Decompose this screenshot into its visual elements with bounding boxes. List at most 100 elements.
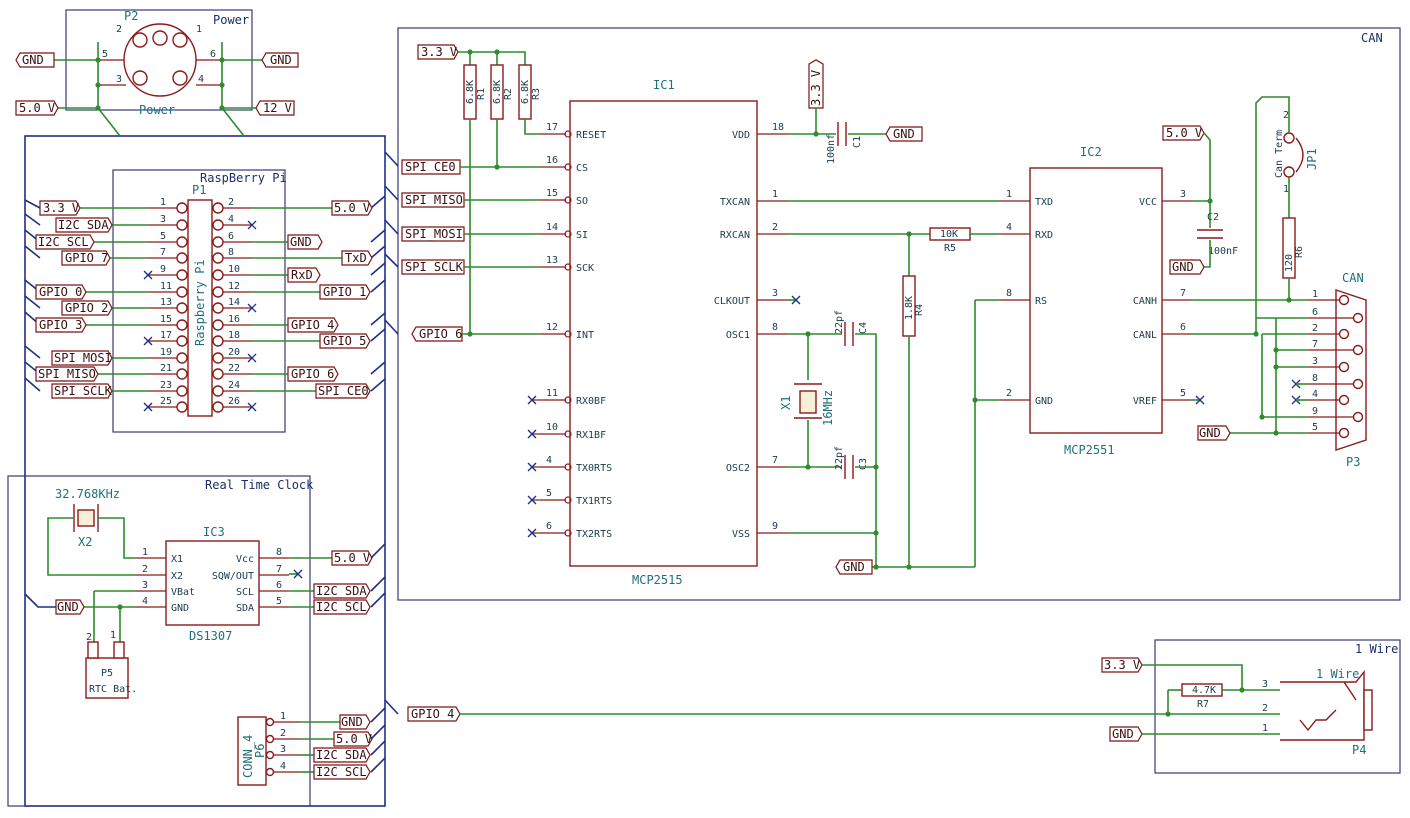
svg-text:1: 1 — [1262, 723, 1268, 734]
header-pin — [212, 302, 224, 314]
pin-label: 14 — [546, 222, 558, 233]
power-connector-value: Power — [139, 103, 175, 117]
db9-pin — [1338, 328, 1350, 340]
pin-label: 11 — [160, 281, 172, 292]
net-label-gpio6: GPIO 6 — [411, 326, 463, 342]
resistor-r2: 6.8K R2 — [490, 64, 514, 120]
net-label-i2c-scl: I2C_SCL — [313, 599, 371, 615]
pin-label: 9 — [1312, 406, 1318, 417]
power-pin-number: 4 — [198, 74, 204, 85]
onewire-jack-p4: 1 Wire P4 3 2 1 — [1262, 667, 1373, 757]
resistor-r4: 1.8K R4 — [902, 275, 925, 337]
net-label-rxd: RxD — [287, 267, 321, 283]
pin-label: 7 — [276, 564, 282, 575]
net-label-gnd: GND — [15, 52, 55, 68]
can-sheet-title: CAN — [1361, 31, 1383, 45]
net-label-gpio6: GPIO 6 — [287, 366, 339, 382]
net-label-3v3: 3.3 V — [417, 44, 459, 60]
pin-label: GND — [1035, 396, 1053, 407]
svg-text:5.0 V: 5.0 V — [1166, 126, 1202, 140]
capacitor-c2: C2 100nF — [1197, 212, 1238, 257]
db9-pin — [1352, 411, 1364, 423]
pin-label: 10 — [546, 422, 558, 433]
svg-text:5.0 V: 5.0 V — [336, 732, 372, 746]
pin-label: OSC2 — [726, 463, 750, 474]
pin-label: 19 — [160, 347, 172, 358]
svg-text:SPI_SCLK: SPI_SCLK — [54, 384, 113, 398]
net-label-gpio5: GPIO 5 — [319, 333, 371, 349]
db9-pin — [1338, 427, 1350, 439]
schematic-canvas: CAN RaspBerry Pi Real Time Clock 1 Wire … — [7, 9, 1401, 807]
pin-label: 2 — [1312, 323, 1318, 334]
pin-label: 13 — [160, 297, 172, 308]
pin-label: 17 — [546, 122, 558, 133]
header-pin — [176, 219, 188, 231]
svg-text:R7: R7 — [1197, 699, 1209, 710]
header-pin — [212, 401, 224, 413]
net-label-spi-mosi: SPI_MOSI — [401, 226, 465, 242]
net-label-gpio0: GPIO 0 — [35, 284, 87, 300]
pin-label: 8 — [1312, 373, 1318, 384]
svg-text:SPI_MISO: SPI_MISO — [38, 367, 96, 381]
net-label-gnd: GND — [287, 234, 323, 250]
header-pin — [212, 252, 224, 264]
pin-label: RXD — [1035, 230, 1053, 241]
rtc-sheet-title: Real Time Clock — [205, 478, 314, 492]
net-label-gpio4: GPIO 4 — [287, 317, 339, 333]
net-label-gpio7: GPIO 7 — [61, 250, 111, 266]
resistor-r5: 10K R5 — [929, 227, 971, 254]
pin-label: 8 — [1006, 288, 1012, 299]
pin-label: 2 — [142, 564, 148, 575]
connector-p6: CONN_4 P6 — [237, 716, 267, 786]
pin-label: OSC1 — [726, 330, 750, 341]
pin-label: X2 — [171, 571, 183, 582]
net-label-gpio3: GPIO 3 — [35, 317, 87, 333]
pin-label: VREF — [1133, 396, 1157, 407]
svg-text:GPIO 4: GPIO 4 — [411, 707, 454, 721]
pin-label: 7 — [1312, 339, 1318, 350]
pin-label: 16 — [228, 314, 240, 325]
net-label-5v: 5.0 V — [1162, 125, 1205, 141]
net-label-gnd: GND — [885, 126, 923, 142]
net-label-gnd: GND — [1109, 726, 1143, 742]
pin-label: 15 — [546, 188, 558, 199]
pin-label: VCC — [1139, 197, 1157, 208]
pin-label: 1 — [280, 711, 286, 722]
pin-label: 6 — [228, 231, 234, 242]
svg-text:2: 2 — [1262, 703, 1268, 714]
svg-text:Can Term: Can Term — [1274, 130, 1285, 178]
power-pin-hole — [152, 30, 168, 46]
header-pin — [176, 236, 188, 248]
svg-text:TxD: TxD — [345, 251, 367, 265]
pin-label: 17 — [160, 330, 172, 341]
svg-text:R5: R5 — [944, 243, 956, 254]
pin-label: 4 — [1006, 222, 1012, 233]
net-label-spi-ce0: SPI_CE0 — [401, 159, 461, 175]
svg-text:1 Wire: 1 Wire — [1316, 667, 1359, 681]
pin-label: VSS — [732, 529, 750, 540]
svg-text:3: 3 — [1262, 679, 1268, 690]
svg-text:2: 2 — [1283, 110, 1289, 121]
pin-label: 8 — [228, 247, 234, 258]
svg-text:R6: R6 — [1294, 246, 1305, 258]
pin-label: CS — [576, 163, 588, 174]
svg-text:C1: C1 — [852, 136, 863, 148]
svg-text:GND: GND — [22, 53, 44, 67]
header-pin — [212, 219, 224, 231]
svg-text:C4: C4 — [858, 322, 869, 334]
pin-label: INT — [576, 330, 594, 341]
svg-text:5.0 V: 5.0 V — [334, 201, 370, 215]
net-label-gnd: GND — [55, 599, 85, 615]
net-label-3v3: 3.3 V — [808, 59, 824, 109]
header-pin — [212, 286, 224, 298]
pin-label: 4 — [280, 761, 286, 772]
svg-text:SPI_MISO: SPI_MISO — [405, 193, 463, 207]
svg-text:SPI_CE0: SPI_CE0 — [318, 384, 369, 398]
svg-text:P5: P5 — [101, 668, 113, 679]
header-pin — [176, 252, 188, 264]
net-label-gnd: GND — [1169, 259, 1205, 275]
power-connector-p2: P2 Power 1 2 3 4 5 6 — [98, 9, 222, 117]
pin-label: 7 — [1180, 288, 1186, 299]
svg-text:SPI_CE0: SPI_CE0 — [405, 160, 456, 174]
svg-text:X1: X1 — [779, 396, 793, 410]
